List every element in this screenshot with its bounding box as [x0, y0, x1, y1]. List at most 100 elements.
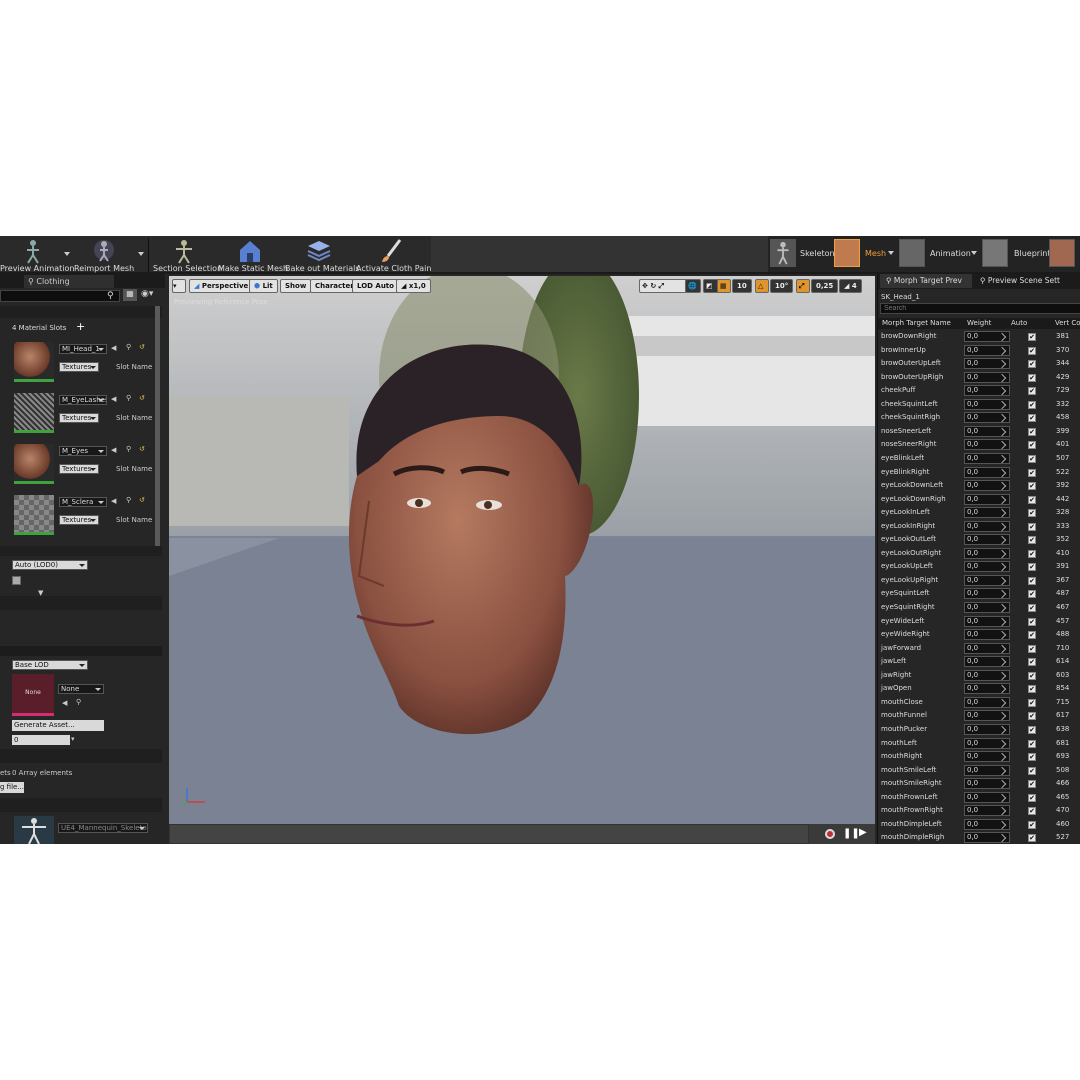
morph-weight-input[interactable]: 0,0	[964, 710, 1010, 722]
scale-icon[interactable]: ⤢	[659, 282, 665, 290]
morph-weight-input[interactable]: 0,0	[964, 723, 1010, 735]
morph-auto-checkbox[interactable]: ✔	[1028, 360, 1036, 369]
eye-icon[interactable]: ◉▾	[141, 289, 153, 299]
grid-snap-icon[interactable]: ▦	[717, 279, 731, 293]
mesh-mode-icon[interactable]	[834, 239, 860, 267]
material-select[interactable]: MI_Head_1	[59, 344, 107, 354]
material-thumbnail[interactable]	[14, 393, 54, 433]
bake-out-materials-button[interactable]: Bake out Materials	[285, 236, 360, 274]
use-selected-icon[interactable]: ◀	[62, 699, 67, 707]
lod-auto-button[interactable]: LOD Auto	[352, 279, 399, 293]
morph-auto-checkbox[interactable]: ✔	[1028, 685, 1036, 694]
browse-icon[interactable]: ⚲	[76, 698, 81, 706]
morph-weight-input[interactable]: 0,0	[964, 642, 1010, 654]
transform-tools[interactable]: ✥ ↻ ⤢	[639, 279, 687, 293]
textures-select[interactable]: Textures	[59, 464, 99, 474]
browse-icon[interactable]: ⚲	[126, 496, 131, 504]
morph-auto-checkbox[interactable]: ✔	[1028, 576, 1036, 585]
reset-icon[interactable]: ↺	[139, 343, 145, 351]
morph-auto-checkbox[interactable]: ✔	[1028, 712, 1036, 721]
morph-auto-checkbox[interactable]: ✔	[1028, 482, 1036, 491]
morph-auto-checkbox[interactable]: ✔	[1028, 644, 1036, 653]
morph-weight-input[interactable]: 0,0	[964, 588, 1010, 600]
preview-viewport[interactable]: ▾ ◢ Perspective ⬢ Lit Show Character LOD…	[169, 276, 875, 844]
use-selected-icon[interactable]: ◀	[111, 497, 116, 505]
morph-weight-input[interactable]: 0,0	[964, 629, 1010, 641]
play-forward-icon[interactable]: ▶	[859, 827, 867, 838]
morph-weight-input[interactable]: 0,0	[964, 358, 1010, 370]
mode-animation[interactable]: Animation	[930, 238, 971, 270]
reset-icon[interactable]: ↺	[139, 445, 145, 453]
scale-snap-value[interactable]: 0,25	[811, 279, 839, 293]
morph-weight-input[interactable]: 0,0	[964, 534, 1010, 546]
lod-checkbox[interactable]	[12, 576, 21, 585]
textures-select[interactable]: Textures	[59, 515, 99, 525]
morph-weight-input[interactable]: 0,0	[964, 331, 1010, 342]
morph-weight-input[interactable]: 0,0	[964, 480, 1010, 492]
morph-weight-input[interactable]: 0,0	[964, 574, 1010, 586]
morph-auto-checkbox[interactable]: ✔	[1028, 658, 1036, 667]
morph-auto-checkbox[interactable]: ✔	[1028, 549, 1036, 558]
category-header[interactable]	[0, 306, 162, 318]
preview-animation-button[interactable]: Preview Animation	[0, 236, 74, 274]
morph-auto-checkbox[interactable]: ✔	[1028, 698, 1036, 707]
translate-icon[interactable]: ✥	[642, 282, 648, 290]
morph-weight-input[interactable]: 0,0	[964, 412, 1010, 424]
morph-auto-checkbox[interactable]: ✔	[1028, 820, 1036, 829]
viewport-options-button[interactable]: ▾	[172, 279, 186, 293]
morph-weight-input[interactable]: 0,0	[964, 452, 1010, 464]
material-thumbnail[interactable]	[14, 342, 54, 382]
show-button[interactable]: Show	[280, 279, 312, 293]
category-header[interactable]	[0, 596, 162, 610]
morph-weight-input[interactable]: 0,0	[964, 547, 1010, 559]
reimport-mesh-button[interactable]: Reimport Mesh	[74, 236, 134, 274]
reimport-mesh-dropdown[interactable]	[138, 252, 144, 256]
browse-icon[interactable]: ⚲	[126, 445, 131, 453]
details-scrollbar[interactable]	[155, 306, 160, 556]
morph-auto-checkbox[interactable]: ✔	[1028, 604, 1036, 612]
blueprint-thumbnail[interactable]	[1049, 239, 1075, 267]
morph-weight-input[interactable]: 0,0	[964, 439, 1010, 451]
morph-weight-input[interactable]: 0,0	[964, 751, 1010, 763]
header-vert-count[interactable]: Vert Co	[1055, 318, 1080, 329]
material-thumbnail[interactable]	[14, 444, 54, 484]
morph-auto-checkbox[interactable]: ✔	[1028, 387, 1036, 396]
morph-weight-input[interactable]: 0,0	[964, 561, 1010, 573]
morph-auto-checkbox[interactable]: ✔	[1028, 739, 1036, 748]
category-header[interactable]	[0, 749, 162, 763]
none-select[interactable]: None	[58, 684, 104, 694]
morph-weight-input[interactable]: 0,0	[964, 602, 1010, 613]
morph-auto-checkbox[interactable]: ✔	[1028, 617, 1036, 626]
timeline-scrubber[interactable]	[169, 824, 809, 844]
browse-icon[interactable]: ⚲	[126, 394, 131, 402]
morph-weight-input[interactable]: 0,0	[964, 507, 1010, 519]
world-local-icon[interactable]: 🌐	[685, 279, 701, 293]
preview-animation-dropdown[interactable]	[64, 252, 70, 256]
mode-skeleton[interactable]: Skeleton	[800, 238, 835, 270]
mesh-mode-dropdown[interactable]	[888, 251, 894, 255]
lod-select[interactable]: Auto (LOD0)	[12, 560, 88, 570]
morph-weight-input[interactable]: 0,0	[964, 466, 1010, 478]
morph-auto-checkbox[interactable]: ✔	[1028, 590, 1036, 599]
generate-asset-button[interactable]: Generate Asset...	[12, 720, 104, 731]
material-select[interactable]: M_Eyes	[59, 446, 107, 456]
morph-weight-input[interactable]: 0,0	[964, 805, 1010, 817]
section-selection-button[interactable]: Section Selection	[153, 236, 222, 274]
record-button[interactable]	[825, 829, 835, 839]
reset-icon[interactable]: ↺	[139, 394, 145, 402]
activate-cloth-paint-button[interactable]: Activate Cloth Paint	[356, 236, 435, 274]
morph-weight-input[interactable]: 0,0	[964, 764, 1010, 776]
use-selected-icon[interactable]: ◀	[111, 344, 116, 352]
use-selected-icon[interactable]: ◀	[111, 395, 116, 403]
morph-auto-checkbox[interactable]: ✔	[1028, 563, 1036, 572]
import-file-button[interactable]: g file...	[0, 782, 24, 793]
morph-auto-checkbox[interactable]: ✔	[1028, 725, 1036, 734]
pause-icon[interactable]: ❚❚	[843, 828, 860, 839]
lit-button[interactable]: ⬢ Lit	[249, 279, 278, 293]
morph-weight-input[interactable]: 0,0	[964, 385, 1010, 397]
skeleton-thumbnail[interactable]	[14, 816, 54, 844]
animation-mode-dropdown[interactable]	[971, 251, 977, 255]
morph-auto-checkbox[interactable]: ✔	[1028, 441, 1036, 450]
morph-auto-checkbox[interactable]: ✔	[1028, 793, 1036, 802]
tab-morph-target-preview[interactable]: ⚲ Morph Target Prev	[880, 274, 972, 288]
